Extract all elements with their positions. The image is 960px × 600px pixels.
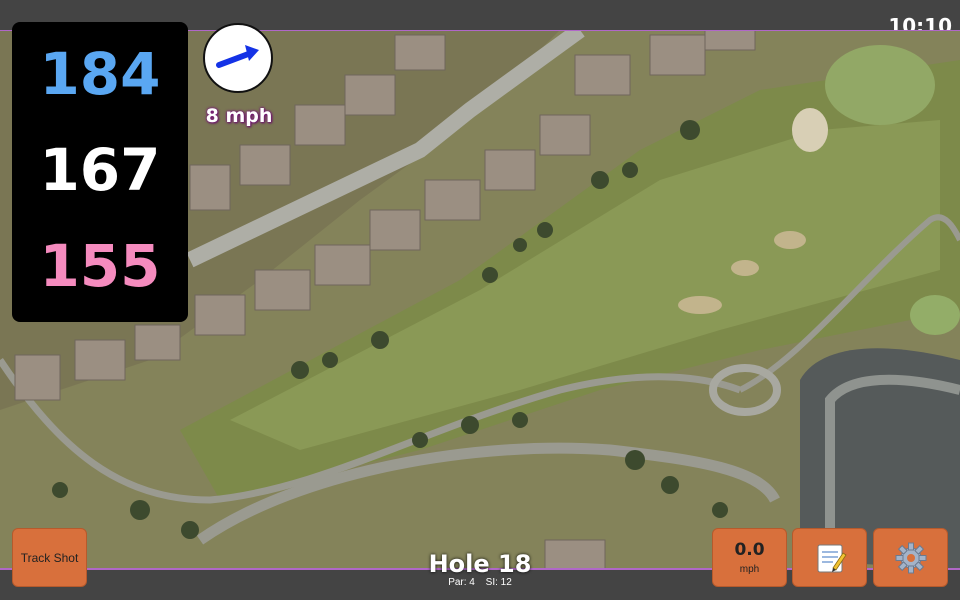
distance-middle: 167 — [39, 136, 161, 204]
wind-direction-arrow-icon — [216, 45, 259, 68]
settings-button[interactable] — [873, 528, 948, 587]
hole-title: Hole 18 — [428, 550, 532, 578]
hole-par: Par: 4 — [448, 577, 475, 588]
hole-info: Par: 4 SI: 12 — [380, 577, 580, 588]
notes-button[interactable] — [792, 528, 867, 587]
speed-unit: mph — [739, 564, 760, 575]
distance-front: 155 — [39, 232, 161, 300]
speed-value: 0.0 — [734, 540, 765, 560]
track-shot-button[interactable]: Track Shot — [12, 528, 87, 587]
distance-back: 184 — [39, 40, 161, 108]
notepad-icon — [817, 544, 847, 572]
speed-button[interactable]: 0.0 mph — [712, 528, 787, 587]
hole-stroke-index: SI: 12 — [485, 577, 512, 588]
wind-direction-indicator — [203, 23, 273, 93]
wind-speed: 8 mph — [205, 105, 273, 127]
distance-panel: 184 167 155 — [12, 22, 188, 322]
gear-icon — [895, 542, 926, 573]
